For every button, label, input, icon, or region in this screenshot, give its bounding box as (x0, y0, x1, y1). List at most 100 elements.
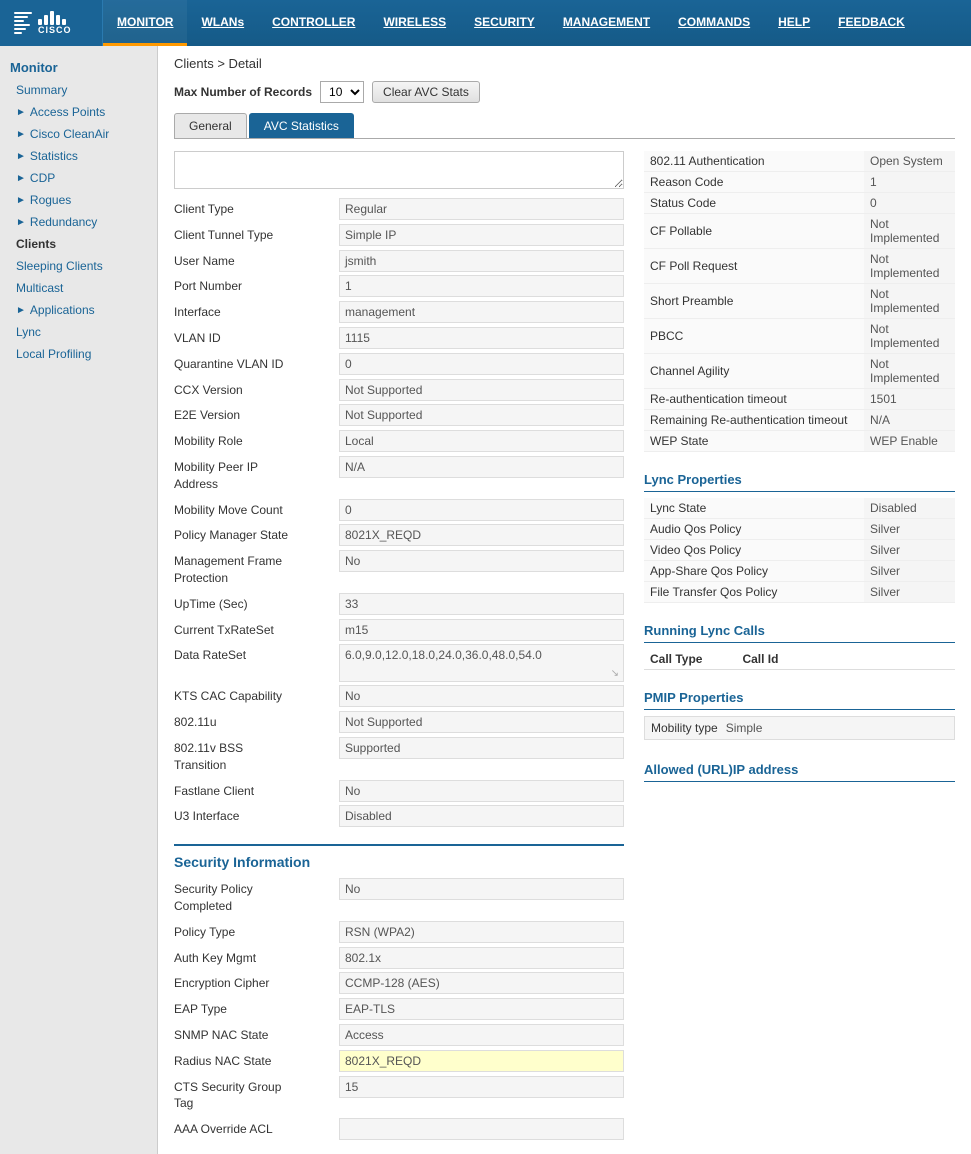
field-mobility-move-count: Mobility Move Count 0 (174, 499, 624, 522)
sidebar-item-sleeping-clients[interactable]: Sleeping Clients (0, 255, 157, 277)
field-802-11u: 802.11u Not Supported (174, 711, 624, 734)
max-records-select[interactable]: 10 25 50 (320, 81, 364, 103)
security-section: Security Information Security PolicyComp… (174, 844, 624, 1141)
nav-commands[interactable]: COMMANDS (664, 0, 764, 46)
tab-general[interactable]: General (174, 113, 247, 138)
right-column: 802.11 Authentication Open System Reason… (644, 151, 955, 1144)
field-data-rateset: Data RateSet 6.0,9.0,12.0,18.0,24.0,36.0… (174, 644, 624, 682)
nav-management[interactable]: MANAGEMENT (549, 0, 664, 46)
field-u3-interface: U3 Interface Disabled (174, 805, 624, 828)
field-current-txrateset: Current TxRateSet m15 (174, 619, 624, 642)
table-row: 802.11 Authentication Open System (644, 151, 955, 172)
clear-avc-stats-button[interactable]: Clear AVC Stats (372, 81, 480, 103)
nav-wlans[interactable]: WLANs (187, 0, 258, 46)
field-ccx-version: CCX Version Not Supported (174, 379, 624, 402)
field-cts-security-group-tag: CTS Security GroupTag 15 (174, 1076, 624, 1116)
table-row: Status Code 0 (644, 193, 955, 214)
sidebar-item-statistics[interactable]: ►Statistics (0, 145, 157, 167)
field-aaa-override-acl: AAA Override ACL (174, 1118, 624, 1141)
field-security-policy-completed: Security PolicyCompleted No (174, 878, 624, 918)
table-row: Re-authentication timeout 1501 (644, 389, 955, 410)
content-area: Clients > Detail Max Number of Records 1… (158, 46, 971, 1154)
security-section-title: Security Information (174, 854, 624, 870)
table-row: Channel Agility Not Implemented (644, 354, 955, 389)
table-row: App-Share Qos Policy Silver (644, 561, 955, 582)
field-802-11v-bss: 802.11v BSSTransition Supported (174, 737, 624, 777)
nav-monitor[interactable]: MONITOR (103, 0, 187, 46)
field-radius-nac-state: Radius NAC State 8021X_REQD (174, 1050, 624, 1073)
field-snmp-nac-state: SNMP NAC State Access (174, 1024, 624, 1047)
pmip-label: Mobility type (651, 721, 718, 735)
field-quarantine-vlan-id: Quarantine VLAN ID 0 (174, 353, 624, 376)
sidebar-item-cdp[interactable]: ►CDP (0, 167, 157, 189)
table-row: CF Poll Request Not Implemented (644, 249, 955, 284)
sidebar-item-access-points[interactable]: ►Access Points (0, 101, 157, 123)
sidebar-item-multicast[interactable]: Multicast (0, 277, 157, 299)
sidebar-item-clients[interactable]: Clients (0, 233, 157, 255)
field-kts-cac: KTS CAC Capability No (174, 685, 624, 708)
sidebar-item-redundancy[interactable]: ►Redundancy (0, 211, 157, 233)
nav-items: MONITOR WLANs CONTROLLER WIRELESS SECURI… (103, 0, 919, 46)
main-layout: Monitor Summary ►Access Points ►Cisco Cl… (0, 46, 971, 1154)
detail-columns: Client Type Regular Client Tunnel Type S… (174, 151, 955, 1144)
table-row: Reason Code 1 (644, 172, 955, 193)
tab-avc-statistics[interactable]: AVC Statistics (249, 113, 354, 138)
running-lync-columns: Call Type Call Id (644, 649, 955, 670)
field-mobility-peer-ip: Mobility Peer IPAddress N/A (174, 456, 624, 496)
sidebar-item-lync[interactable]: Lync (0, 321, 157, 343)
call-id-col: Call Id (742, 652, 778, 666)
nav-help[interactable]: HELP (764, 0, 824, 46)
sidebar-item-rogues[interactable]: ►Rogues (0, 189, 157, 211)
table-row: PBCC Not Implemented (644, 319, 955, 354)
field-client-tunnel-type: Client Tunnel Type Simple IP (174, 224, 624, 247)
cisco-logo-text: CISCO (38, 11, 88, 36)
field-port-number: Port Number 1 (174, 275, 624, 298)
pmip-row: Mobility type Simple (644, 716, 955, 740)
table-row: CF Pollable Not Implemented (644, 214, 955, 249)
field-eap-type: EAP Type EAP-TLS (174, 998, 624, 1021)
tabs-row: General AVC Statistics (174, 113, 955, 139)
max-records-label: Max Number of Records (174, 85, 312, 99)
table-row: Short Preamble Not Implemented (644, 284, 955, 319)
nav-wireless[interactable]: WIRELESS (369, 0, 460, 46)
nav-controller[interactable]: CONTROLLER (258, 0, 369, 46)
field-e2e-version: E2E Version Not Supported (174, 404, 624, 427)
table-row: Remaining Re-authentication timeout N/A (644, 410, 955, 431)
table-row: WEP State WEP Enable (644, 431, 955, 452)
sidebar-section-monitor: Monitor (0, 52, 157, 79)
sidebar-item-applications[interactable]: ►Applications (0, 299, 157, 321)
left-column: Client Type Regular Client Tunnel Type S… (174, 151, 624, 1144)
field-management-frame-protection: Management FrameProtection No (174, 550, 624, 590)
top-textarea[interactable] (174, 151, 624, 189)
field-client-type: Client Type Regular (174, 198, 624, 221)
cisco-bars-icon (14, 12, 32, 34)
field-vlan-id: VLAN ID 1115 (174, 327, 624, 350)
cisco-logo[interactable]: CISCO (0, 0, 103, 46)
field-uptime: UpTime (Sec) 33 (174, 593, 624, 616)
field-interface: Interface management (174, 301, 624, 324)
lync-properties-header: Lync Properties (644, 464, 955, 492)
svg-text:CISCO: CISCO (38, 25, 72, 33)
table-row: Video Qos Policy Silver (644, 540, 955, 561)
sidebar: Monitor Summary ►Access Points ►Cisco Cl… (0, 46, 158, 1154)
field-policy-manager-state: Policy Manager State 8021X_REQD (174, 524, 624, 547)
field-policy-type: Policy Type RSN (WPA2) (174, 921, 624, 944)
nav-security[interactable]: SECURITY (460, 0, 549, 46)
sidebar-item-local-profiling[interactable]: Local Profiling (0, 343, 157, 365)
lync-properties-table: Lync State Disabled Audio Qos Policy Sil… (644, 498, 955, 603)
call-type-col: Call Type (650, 652, 702, 666)
table-row: Lync State Disabled (644, 498, 955, 519)
breadcrumb: Clients > Detail (174, 56, 955, 71)
pmip-value: Simple (726, 721, 763, 735)
field-mobility-role: Mobility Role Local (174, 430, 624, 453)
field-fastlane-client: Fastlane Client No (174, 780, 624, 803)
nav-feedback[interactable]: FEEDBACK (824, 0, 919, 46)
sidebar-item-cisco-cleanair[interactable]: ►Cisco CleanAir (0, 123, 157, 145)
field-auth-key-mgmt: Auth Key Mgmt 802.1x (174, 947, 624, 970)
sidebar-item-summary[interactable]: Summary (0, 79, 157, 101)
top-navigation: CISCO MONITOR WLANs CONTROLLER WIRELESS … (0, 0, 971, 46)
field-encryption-cipher: Encryption Cipher CCMP-128 (AES) (174, 972, 624, 995)
pmip-header: PMIP Properties (644, 682, 955, 710)
right-fields-table: 802.11 Authentication Open System Reason… (644, 151, 955, 452)
table-row: Audio Qos Policy Silver (644, 519, 955, 540)
